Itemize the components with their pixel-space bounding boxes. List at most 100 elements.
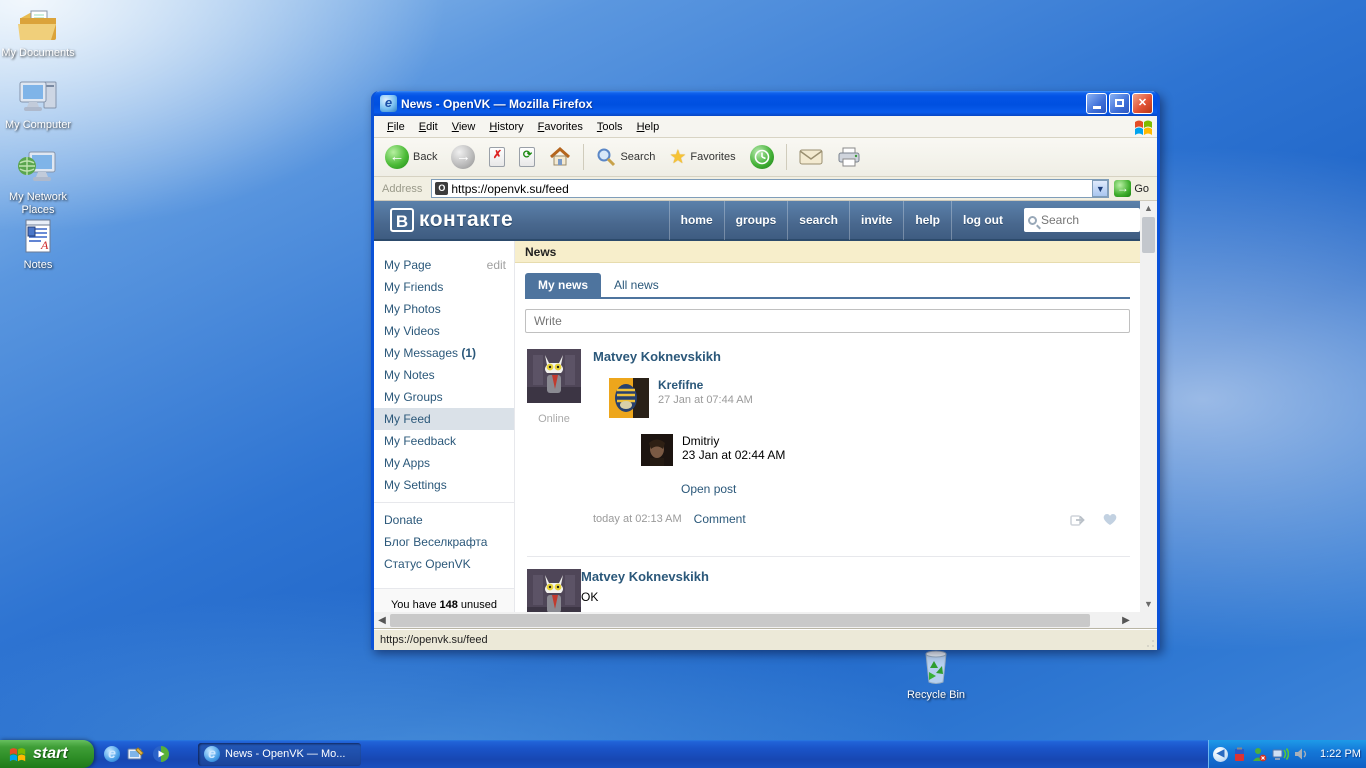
tray-collapse-chevron-icon[interactable]: ◀	[1213, 747, 1228, 762]
sidebar-item-my-settings[interactable]: My Settings	[374, 474, 514, 496]
desktop-icon-my-computer[interactable]: My Computer	[0, 76, 76, 132]
sidebar-item-blog[interactable]: Блог Веселкрафта	[374, 531, 514, 553]
news-tabs: My news All news	[525, 273, 1130, 299]
write-post-box[interactable]	[525, 309, 1130, 333]
scroll-down-arrow[interactable]: ▼	[1140, 597, 1157, 612]
scroll-right-arrow[interactable]: ▶	[1118, 615, 1134, 626]
sidebar-item-donate[interactable]: Donate	[374, 509, 514, 531]
sidebar-item-my-notes[interactable]: My Notes	[374, 364, 514, 386]
open-post-link[interactable]: Open post	[681, 482, 1130, 496]
share-icon[interactable]	[1070, 512, 1086, 526]
favorites-button[interactable]: ★ Favorites	[664, 144, 740, 171]
page-title: News	[515, 241, 1140, 263]
address-input[interactable]	[451, 182, 1092, 196]
tab-all-news[interactable]: All news	[601, 273, 672, 297]
desktop-icon-notes[interactable]: A Notes	[0, 216, 76, 272]
vk-search-box[interactable]	[1024, 208, 1140, 232]
vk-search-input[interactable]	[1041, 213, 1131, 227]
media-player-icon[interactable]	[152, 745, 170, 763]
comment-link[interactable]: Comment	[694, 512, 746, 526]
repost-date[interactable]: 27 Jan at 07:44 AM	[658, 394, 753, 406]
sidebar-item-status[interactable]: Статус OpenVK	[374, 553, 514, 575]
avatar[interactable]	[527, 569, 581, 612]
nested-repost-avatar[interactable]	[641, 434, 673, 466]
sidebar-item-my-feed[interactable]: My Feed	[374, 408, 514, 430]
tray-utility-icon[interactable]	[1233, 747, 1246, 762]
write-post-input[interactable]	[526, 314, 1129, 328]
back-button[interactable]: ← Back	[380, 143, 442, 171]
sidebar-item-my-videos[interactable]: My Videos	[374, 320, 514, 342]
vertical-scroll-thumb[interactable]	[1142, 217, 1155, 253]
show-desktop-icon[interactable]	[127, 745, 145, 763]
go-button[interactable]: → Go	[1114, 180, 1153, 197]
back-label: Back	[413, 151, 437, 163]
address-dropdown-button[interactable]: ▼	[1092, 180, 1108, 197]
vertical-scrollbar[interactable]: ▲ ▼	[1140, 201, 1157, 612]
mail-button[interactable]	[794, 146, 828, 168]
desktop-icon-my-documents[interactable]: My Documents	[0, 4, 76, 60]
maximize-button[interactable]	[1109, 93, 1130, 114]
nav-logout[interactable]: log out	[951, 201, 1014, 240]
taskbar-clock[interactable]: 1:22 PM	[1320, 748, 1361, 760]
menu-history[interactable]: History	[482, 118, 530, 136]
minimize-button[interactable]	[1086, 93, 1107, 114]
menu-tools[interactable]: Tools	[590, 118, 630, 136]
avatar[interactable]	[527, 349, 581, 403]
edit-link[interactable]: edit	[487, 258, 506, 272]
nav-help[interactable]: help	[903, 201, 951, 240]
sidebar-item-my-apps[interactable]: My Apps	[374, 452, 514, 474]
taskbar-task-button[interactable]: e News - OpenVK — Mo...	[198, 743, 361, 766]
nav-invite[interactable]: invite	[849, 201, 903, 240]
menu-file[interactable]: File	[380, 118, 412, 136]
like-heart-icon[interactable]	[1102, 512, 1118, 526]
search-button[interactable]: Search	[591, 145, 660, 169]
vk-logo-text: контакте	[419, 208, 513, 232]
stop-button[interactable]: ✗	[484, 145, 510, 169]
menu-help[interactable]: Help	[630, 118, 667, 136]
forward-button[interactable]: →	[446, 143, 480, 171]
nav-home[interactable]: home	[669, 201, 724, 240]
volume-icon[interactable]	[1294, 747, 1309, 761]
nested-repost-author[interactable]: Dmitriy	[682, 434, 785, 448]
scroll-left-arrow[interactable]: ◀	[374, 615, 390, 626]
post-author[interactable]: Matvey Koknevskikh	[593, 349, 1130, 364]
search-label: Search	[620, 151, 655, 163]
title-bar[interactable]: e News - OpenVK — Mozilla Firefox ✕	[374, 91, 1157, 116]
sidebar-item-my-feedback[interactable]: My Feedback	[374, 430, 514, 452]
sidebar-item-my-page[interactable]: My Page edit	[374, 254, 514, 276]
network-activity-icon[interactable]	[1272, 747, 1289, 762]
desktop-icon-recycle-bin[interactable]: Recycle Bin	[898, 646, 974, 702]
sidebar-item-my-messages[interactable]: My Messages (1)	[374, 342, 514, 364]
repost-author[interactable]: Krefifne	[658, 378, 753, 392]
resize-grip[interactable]	[1143, 636, 1156, 649]
post-author[interactable]: Matvey Koknevskikh	[581, 569, 1137, 584]
horizontal-scrollbar[interactable]: ◀ ▶	[374, 612, 1157, 629]
mail-icon	[799, 148, 823, 166]
address-field[interactable]: O ▼	[431, 179, 1109, 198]
home-button[interactable]	[544, 145, 576, 169]
scroll-up-arrow[interactable]: ▲	[1140, 201, 1157, 216]
vk-logo[interactable]: В контакте	[374, 208, 669, 232]
quick-launch-ie-icon[interactable]: e	[104, 746, 120, 762]
start-button[interactable]: start	[0, 740, 94, 768]
menu-edit[interactable]: Edit	[412, 118, 445, 136]
sidebar-item-my-photos[interactable]: My Photos	[374, 298, 514, 320]
close-button[interactable]: ✕	[1132, 93, 1153, 114]
nested-repost-date[interactable]: 23 Jan at 02:44 AM	[682, 448, 785, 462]
menu-favorites[interactable]: Favorites	[531, 118, 590, 136]
repost-avatar[interactable]	[609, 378, 649, 418]
horizontal-scroll-thumb[interactable]	[390, 614, 1090, 627]
post-time[interactable]: today at 02:13 AM	[593, 513, 682, 525]
nav-search[interactable]: search	[787, 201, 849, 240]
refresh-button[interactable]: ⟳	[514, 145, 540, 169]
nav-groups[interactable]: groups	[724, 201, 788, 240]
desktop-icon-my-network-places[interactable]: My Network Places	[0, 148, 76, 217]
print-button[interactable]	[832, 145, 866, 169]
sidebar-item-my-groups[interactable]: My Groups	[374, 386, 514, 408]
messenger-offline-icon[interactable]	[1251, 747, 1267, 762]
tab-my-news[interactable]: My news	[525, 273, 601, 297]
forward-icon: →	[451, 145, 475, 169]
history-button[interactable]	[745, 143, 779, 171]
menu-view[interactable]: View	[445, 118, 483, 136]
sidebar-item-my-friends[interactable]: My Friends	[374, 276, 514, 298]
